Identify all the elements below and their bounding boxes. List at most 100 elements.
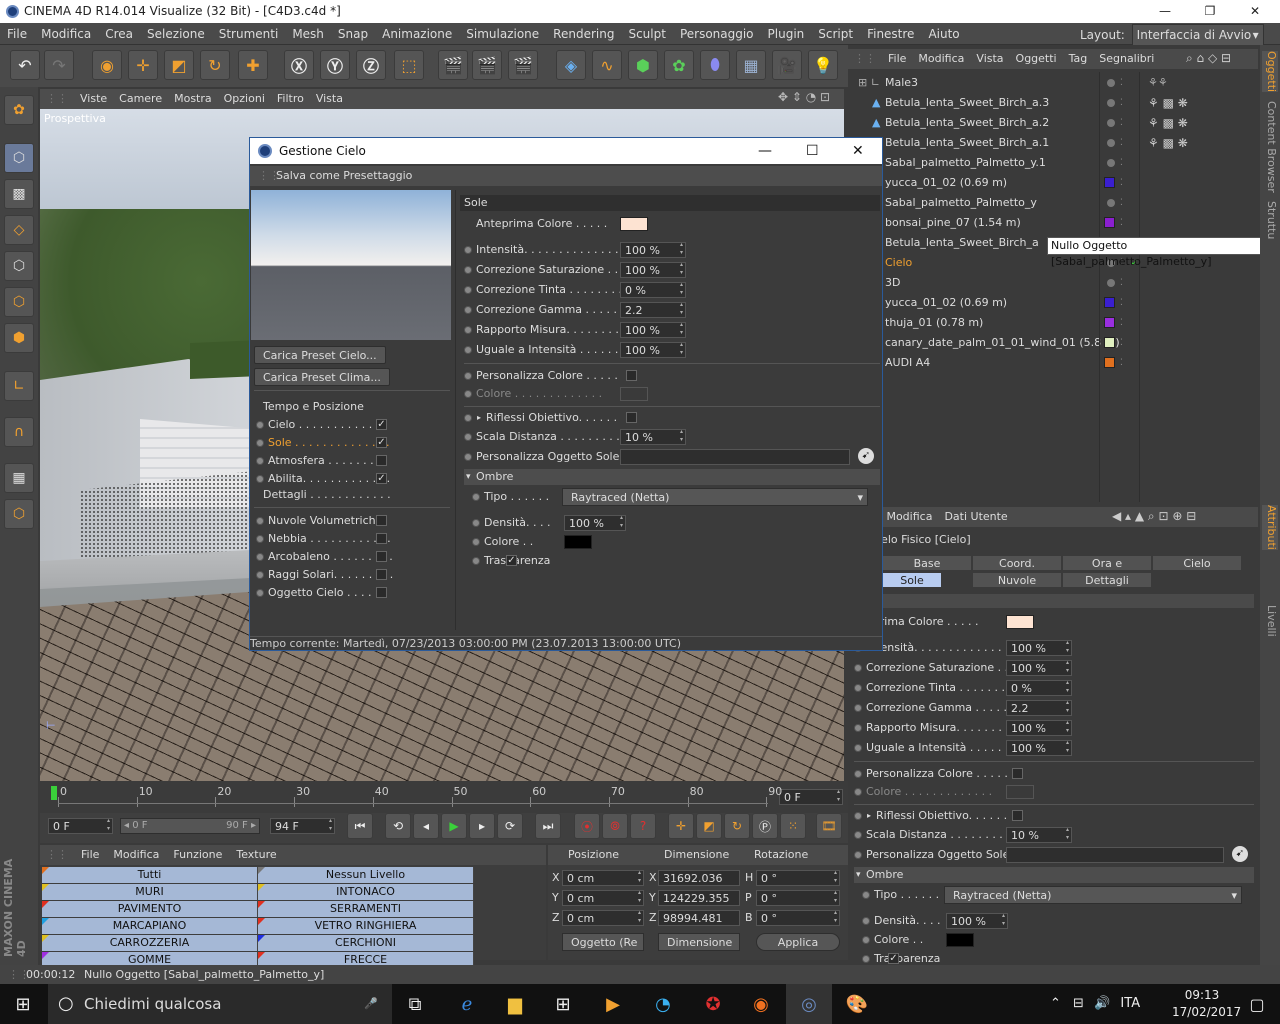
position-field[interactable]: 0 cm — [562, 869, 644, 886]
visibility-dots-icon[interactable]: ⁚ — [1120, 213, 1123, 233]
sun-object-link-field[interactable] — [1006, 847, 1224, 863]
animate-radio[interactable] — [464, 286, 472, 294]
edges-mode-icon[interactable]: ⬡ — [4, 287, 34, 317]
menu-simulazione[interactable]: Simulazione — [459, 23, 546, 45]
animate-radio[interactable] — [464, 306, 472, 314]
render-picture-viewer-icon[interactable]: 🎬 — [472, 50, 502, 80]
save-preset-menu[interactable]: Salva come Presettaggio — [276, 166, 412, 186]
cinema4d-taskbar-icon[interactable]: ◎ — [786, 984, 832, 1024]
shadow-density-field[interactable]: 100 % — [564, 514, 626, 531]
lens-flare-checkbox[interactable] — [1012, 810, 1023, 821]
side-tab[interactable]: Livelli — [1262, 605, 1278, 637]
dialog-maximize-button[interactable]: ☐ — [806, 138, 819, 164]
animate-radio[interactable] — [464, 453, 472, 461]
menu-sculpt[interactable]: Sculpt — [621, 23, 672, 45]
shadow-color-swatch[interactable] — [564, 535, 592, 549]
notifications-icon[interactable]: ▢ — [1234, 984, 1280, 1024]
animate-radio[interactable] — [256, 517, 264, 525]
side-tab[interactable]: Struttu — [1262, 201, 1278, 239]
attributes-menu-item[interactable]: Modifica — [880, 507, 938, 527]
material-layer-cell[interactable]: MARCAPIANO — [42, 918, 258, 934]
animate-radio[interactable] — [464, 326, 472, 334]
object-row[interactable]: Male3 ⁚ ⊞ ∟ ⚘⚘ — [852, 73, 1260, 93]
animate-radio[interactable] — [854, 812, 862, 820]
minimize-button[interactable]: — — [1150, 0, 1180, 23]
x-axis-icon[interactable]: Ⓧ — [284, 50, 314, 80]
material-layer-cell[interactable]: Tutti — [42, 867, 258, 883]
rotate-icon[interactable]: ↻ — [200, 50, 230, 80]
timeline-frame-field[interactable]: 0 F — [779, 788, 843, 805]
material-layer-cell[interactable]: CARROZZERIA — [42, 935, 258, 951]
material-layer-cell[interactable]: CERCHIONI — [258, 935, 474, 951]
menu-rendering[interactable]: Rendering — [546, 23, 621, 45]
animate-radio[interactable] — [862, 955, 870, 963]
animate-radio[interactable] — [256, 589, 264, 597]
animate-radio[interactable] — [464, 414, 472, 422]
object-row[interactable]: yucca_01_02 (0.69 m) ⁚ — [852, 293, 1260, 313]
material-layer-cell[interactable]: MURI — [42, 884, 258, 900]
animate-radio[interactable] — [256, 553, 264, 561]
task-view-icon[interactable]: ⧉ — [392, 984, 438, 1024]
property-field[interactable]: 100 % — [620, 341, 686, 358]
animate-radio[interactable] — [472, 519, 480, 527]
animate-radio[interactable] — [256, 421, 264, 429]
animate-radio[interactable] — [464, 433, 472, 441]
animate-radio[interactable] — [862, 891, 870, 899]
object-row[interactable]: AUDI A4 ⁚ — [852, 353, 1260, 373]
attr-tab[interactable]: Sole — [882, 572, 942, 588]
cube-icon[interactable]: ◈ — [556, 50, 586, 80]
material-menu-modifica[interactable]: Modifica — [106, 848, 166, 861]
object-menu-tag[interactable]: Tag — [1063, 49, 1094, 69]
material-layer-cell[interactable]: SERRAMENTI — [258, 901, 474, 917]
coord-mode-dropdown[interactable]: Oggetto (Re — [562, 933, 644, 951]
shadow-density-field[interactable]: 100 % — [946, 912, 1008, 929]
menu-crea[interactable]: Crea — [98, 23, 140, 45]
material-menu-texture[interactable]: Texture — [229, 848, 283, 861]
tray-expand-icon[interactable]: ⌃ — [1050, 996, 1061, 1011]
dimension-field[interactable]: 31692.036 cm — [658, 870, 740, 886]
visibility-dots-icon[interactable]: ⁚ — [1120, 333, 1123, 353]
visibility-dots-icon[interactable]: ⁚ — [1120, 313, 1123, 333]
object-menu-file[interactable]: File — [882, 49, 912, 69]
end-frame-field[interactable]: 94 F — [270, 817, 335, 834]
key-position-icon[interactable]: ✛ — [668, 813, 694, 839]
record-icon[interactable]: ⦿ — [574, 813, 600, 839]
property-field[interactable]: 100 % — [620, 261, 686, 278]
paint-icon[interactable]: 🎨 — [834, 984, 880, 1024]
sun-object-link-field[interactable] — [620, 449, 850, 465]
object-menu-oggetti[interactable]: Oggetti — [1010, 49, 1063, 69]
rotation-field[interactable]: 0 ° — [756, 889, 840, 906]
material-menu-funzione[interactable]: Funzione — [166, 848, 229, 861]
menu-modifica[interactable]: Modifica — [34, 23, 98, 45]
animate-radio[interactable] — [464, 346, 472, 354]
property-field[interactable]: 100 % — [1006, 639, 1072, 656]
attributes-icons[interactable]: ◀ ▴ ▲ ⌕ ⊡ ⊕ ⊟ — [1112, 509, 1196, 524]
attr-tab[interactable]: Ora e Locazione — [1062, 555, 1152, 586]
pick-object-icon[interactable]: ➹ — [1232, 846, 1248, 862]
viewport-menu-camere[interactable]: Camere — [113, 89, 168, 109]
key-param-icon[interactable]: Ⓟ — [752, 813, 778, 839]
viewport-menu-filtro[interactable]: Filtro — [271, 89, 310, 109]
prev-frame-icon[interactable]: ◂ — [413, 813, 439, 839]
apply-button[interactable]: Applica — [756, 933, 840, 951]
side-tab[interactable]: Attributi — [1262, 505, 1278, 550]
volume-icon[interactable]: 🔊 — [1094, 996, 1110, 1011]
clock[interactable]: 09:13 17/02/2017 — [1172, 987, 1241, 1021]
animate-radio[interactable] — [464, 390, 472, 398]
next-key-icon[interactable]: ⟳ — [497, 813, 523, 839]
rotation-field[interactable]: 0 ° — [756, 869, 840, 886]
attr-tab[interactable]: Base — [882, 555, 972, 571]
firefox-icon[interactable]: ◉ — [738, 984, 784, 1024]
shadow-type-dropdown[interactable]: Raytraced (Netta) ▾ — [562, 488, 868, 506]
side-tab[interactable]: Content Browser — [1262, 101, 1278, 193]
z-axis-icon[interactable]: Ⓩ — [356, 50, 386, 80]
time-position-label[interactable]: Tempo e Posizione — [263, 400, 364, 413]
pick-object-icon[interactable]: ➹ — [858, 448, 874, 464]
attr-tab[interactable]: Coord. — [972, 555, 1062, 571]
y-axis-icon[interactable]: Ⓨ — [320, 50, 350, 80]
points-mode-icon[interactable]: ⬡ — [4, 251, 34, 281]
play-icon[interactable]: ▶ — [441, 813, 467, 839]
make-editable-icon[interactable]: ✿ — [4, 95, 34, 125]
menu-snap[interactable]: Snap — [331, 23, 375, 45]
menu-selezione[interactable]: Selezione — [140, 23, 212, 45]
